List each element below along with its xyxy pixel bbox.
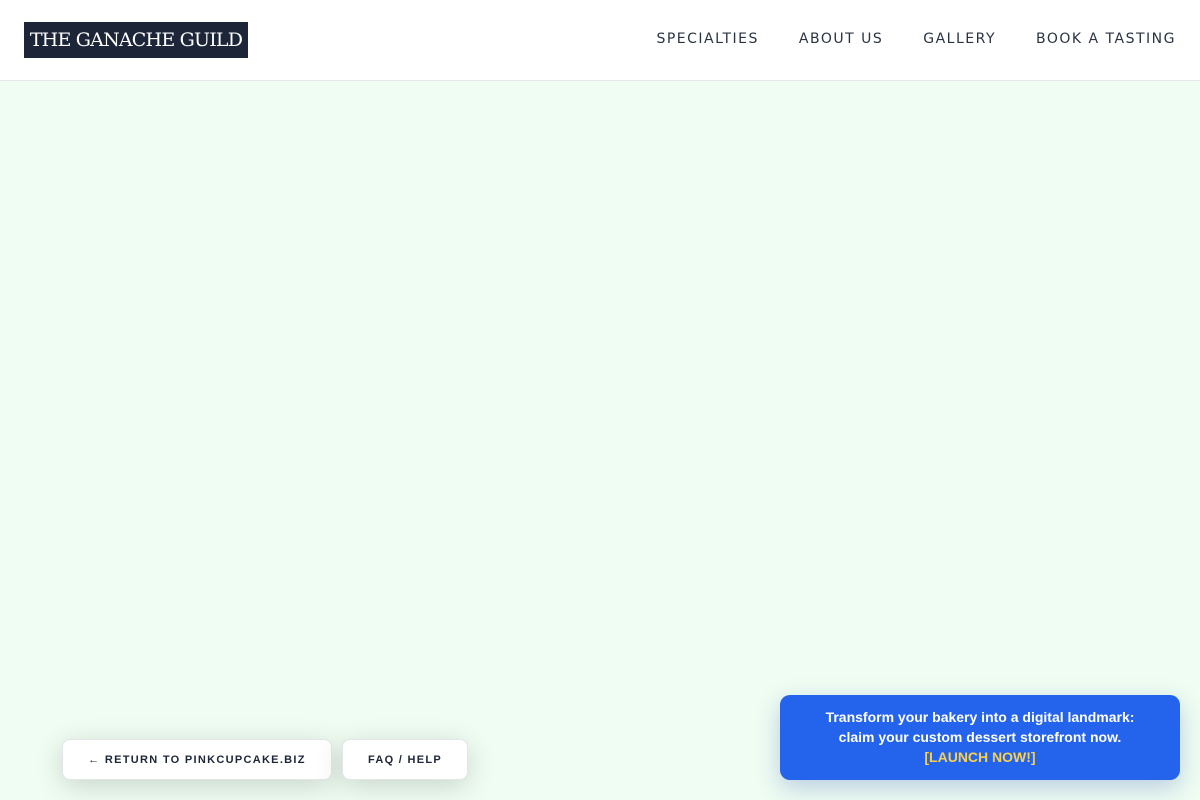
site-header: THE GANACHE GUILD SPECIALTIES ABOUT US G… — [0, 0, 1200, 81]
nav-link-book-a-tasting[interactable]: BOOK A TASTING — [1036, 31, 1176, 47]
nav-link-gallery[interactable]: GALLERY — [923, 31, 996, 47]
promo-line-2: claim your custom dessert storefront now… — [838, 729, 1122, 745]
nav-link-about-us[interactable]: ABOUT US — [799, 31, 883, 47]
promo-line-1: Transform your bakery into a digital lan… — [825, 709, 1135, 725]
main-nav: SPECIALTIES ABOUT US GALLERY BOOK A TAST… — [656, 31, 1176, 47]
nav-link-specialties[interactable]: SPECIALTIES — [656, 31, 758, 47]
promo-launch-link[interactable]: [LAUNCH NOW!] — [780, 747, 1180, 767]
faq-help-button[interactable]: FAQ / HELP — [342, 739, 468, 780]
return-to-site-button[interactable]: ← RETURN TO PINKCUPCAKE.BIZ — [62, 739, 332, 780]
promo-banner[interactable]: Transform your bakery into a digital lan… — [780, 695, 1180, 780]
site-logo[interactable]: THE GANACHE GUILD — [24, 22, 248, 58]
